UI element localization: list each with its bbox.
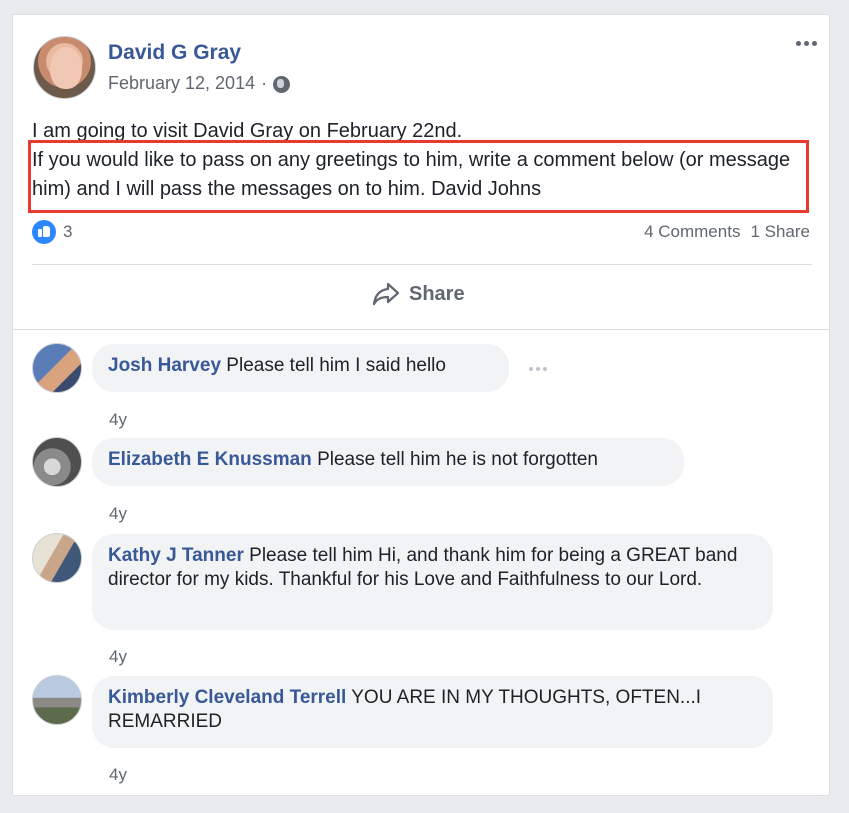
commenter-avatar[interactable] bbox=[32, 533, 82, 583]
post-meta: February 12, 2014 · bbox=[108, 73, 291, 94]
globe-icon[interactable] bbox=[273, 76, 291, 93]
divider bbox=[32, 264, 812, 265]
author-name[interactable]: David G Gray bbox=[108, 41, 241, 65]
divider bbox=[13, 329, 829, 330]
comment-bubble: Kathy J Tanner Please tell him Hi, and t… bbox=[92, 534, 773, 630]
shares-count-link[interactable]: 1 Share bbox=[750, 222, 810, 242]
comment-bubble: Elizabeth E Knussman Please tell him he … bbox=[92, 438, 684, 486]
like-count: 3 bbox=[63, 222, 73, 241]
share-button[interactable]: Share bbox=[371, 281, 465, 307]
comments-count-link[interactable]: 4 Comments bbox=[644, 222, 740, 242]
comment-time[interactable]: 4y bbox=[109, 647, 127, 667]
reactions-summary[interactable]: 3 bbox=[32, 220, 72, 244]
comment-bubble: Kimberly Cleveland Terrell YOU ARE IN MY… bbox=[92, 676, 773, 748]
highlight-box bbox=[28, 140, 809, 213]
comment-time[interactable]: 4y bbox=[109, 410, 127, 430]
comment-time[interactable]: 4y bbox=[109, 765, 127, 785]
post-card: David G Gray February 12, 2014 · I am go… bbox=[12, 14, 830, 796]
share-label: Share bbox=[409, 282, 465, 305]
meta-separator: · bbox=[261, 73, 268, 93]
commenter-name[interactable]: Josh Harvey bbox=[108, 355, 221, 376]
commenter-avatar[interactable] bbox=[32, 675, 82, 725]
comment-text: Please tell him he is not forgotten bbox=[317, 449, 598, 470]
commenter-name[interactable]: Kimberly Cleveland Terrell bbox=[108, 687, 346, 708]
engagement-counts: 4 Comments 1 Share bbox=[644, 222, 810, 242]
share-icon bbox=[372, 282, 400, 306]
like-reaction-icon bbox=[32, 220, 56, 244]
commenter-name[interactable]: Elizabeth E Knussman bbox=[108, 449, 312, 470]
comment-bubble: Josh Harvey Please tell him I said hello bbox=[92, 344, 509, 392]
more-options-icon[interactable] bbox=[796, 41, 817, 46]
comment-time[interactable]: 4y bbox=[109, 504, 127, 524]
comment-options-icon[interactable] bbox=[529, 367, 547, 371]
commenter-name[interactable]: Kathy J Tanner bbox=[108, 545, 244, 566]
comment-text: Please tell him I said hello bbox=[226, 355, 446, 376]
commenter-avatar[interactable] bbox=[32, 437, 82, 487]
author-avatar[interactable] bbox=[33, 36, 96, 99]
commenter-avatar[interactable] bbox=[32, 343, 82, 393]
post-date[interactable]: February 12, 2014 bbox=[108, 73, 255, 94]
